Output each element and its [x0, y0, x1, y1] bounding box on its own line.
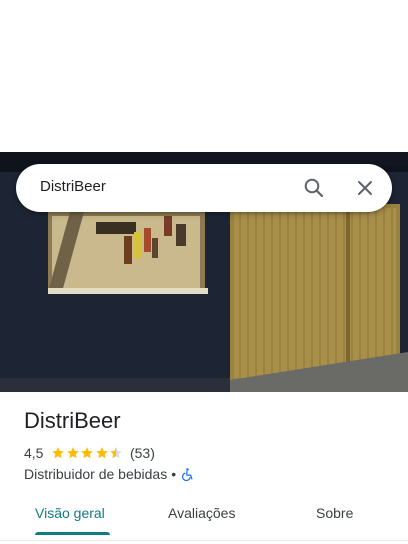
star-icon [52, 447, 65, 459]
reviews-count[interactable]: (53) [130, 445, 155, 461]
star-icon [96, 447, 108, 459]
map-blank-area [0, 0, 408, 152]
rating-value: 4,5 [24, 445, 44, 461]
active-tab-indicator [35, 532, 110, 535]
place-category: Distribuidor de bebidas [24, 466, 168, 482]
rating-row[interactable]: 4,5 (53) [24, 444, 155, 462]
tab-reviews[interactable]: Avaliações [168, 505, 235, 521]
tabs-divider [0, 540, 408, 541]
star-rating [51, 446, 124, 460]
wheelchair-icon[interactable] [180, 467, 195, 482]
tab-about[interactable]: Sobre [316, 505, 353, 521]
place-tabs: Visão geral Avaliações Sobre [0, 494, 408, 536]
place-title: DistriBeer [24, 408, 121, 433]
category-row: Distribuidor de bebidas • [24, 465, 195, 483]
star-icon [67, 447, 79, 459]
clear-search-button[interactable] [353, 176, 377, 200]
search-icon [304, 178, 324, 198]
close-icon [358, 181, 372, 195]
search-bar[interactable] [16, 164, 392, 212]
star-icon [81, 447, 94, 459]
tab-overview[interactable]: Visão geral [35, 505, 105, 521]
search-button[interactable] [302, 176, 326, 200]
star-icon [110, 447, 123, 459]
separator-dot: • [171, 466, 177, 482]
search-input[interactable] [40, 178, 280, 195]
